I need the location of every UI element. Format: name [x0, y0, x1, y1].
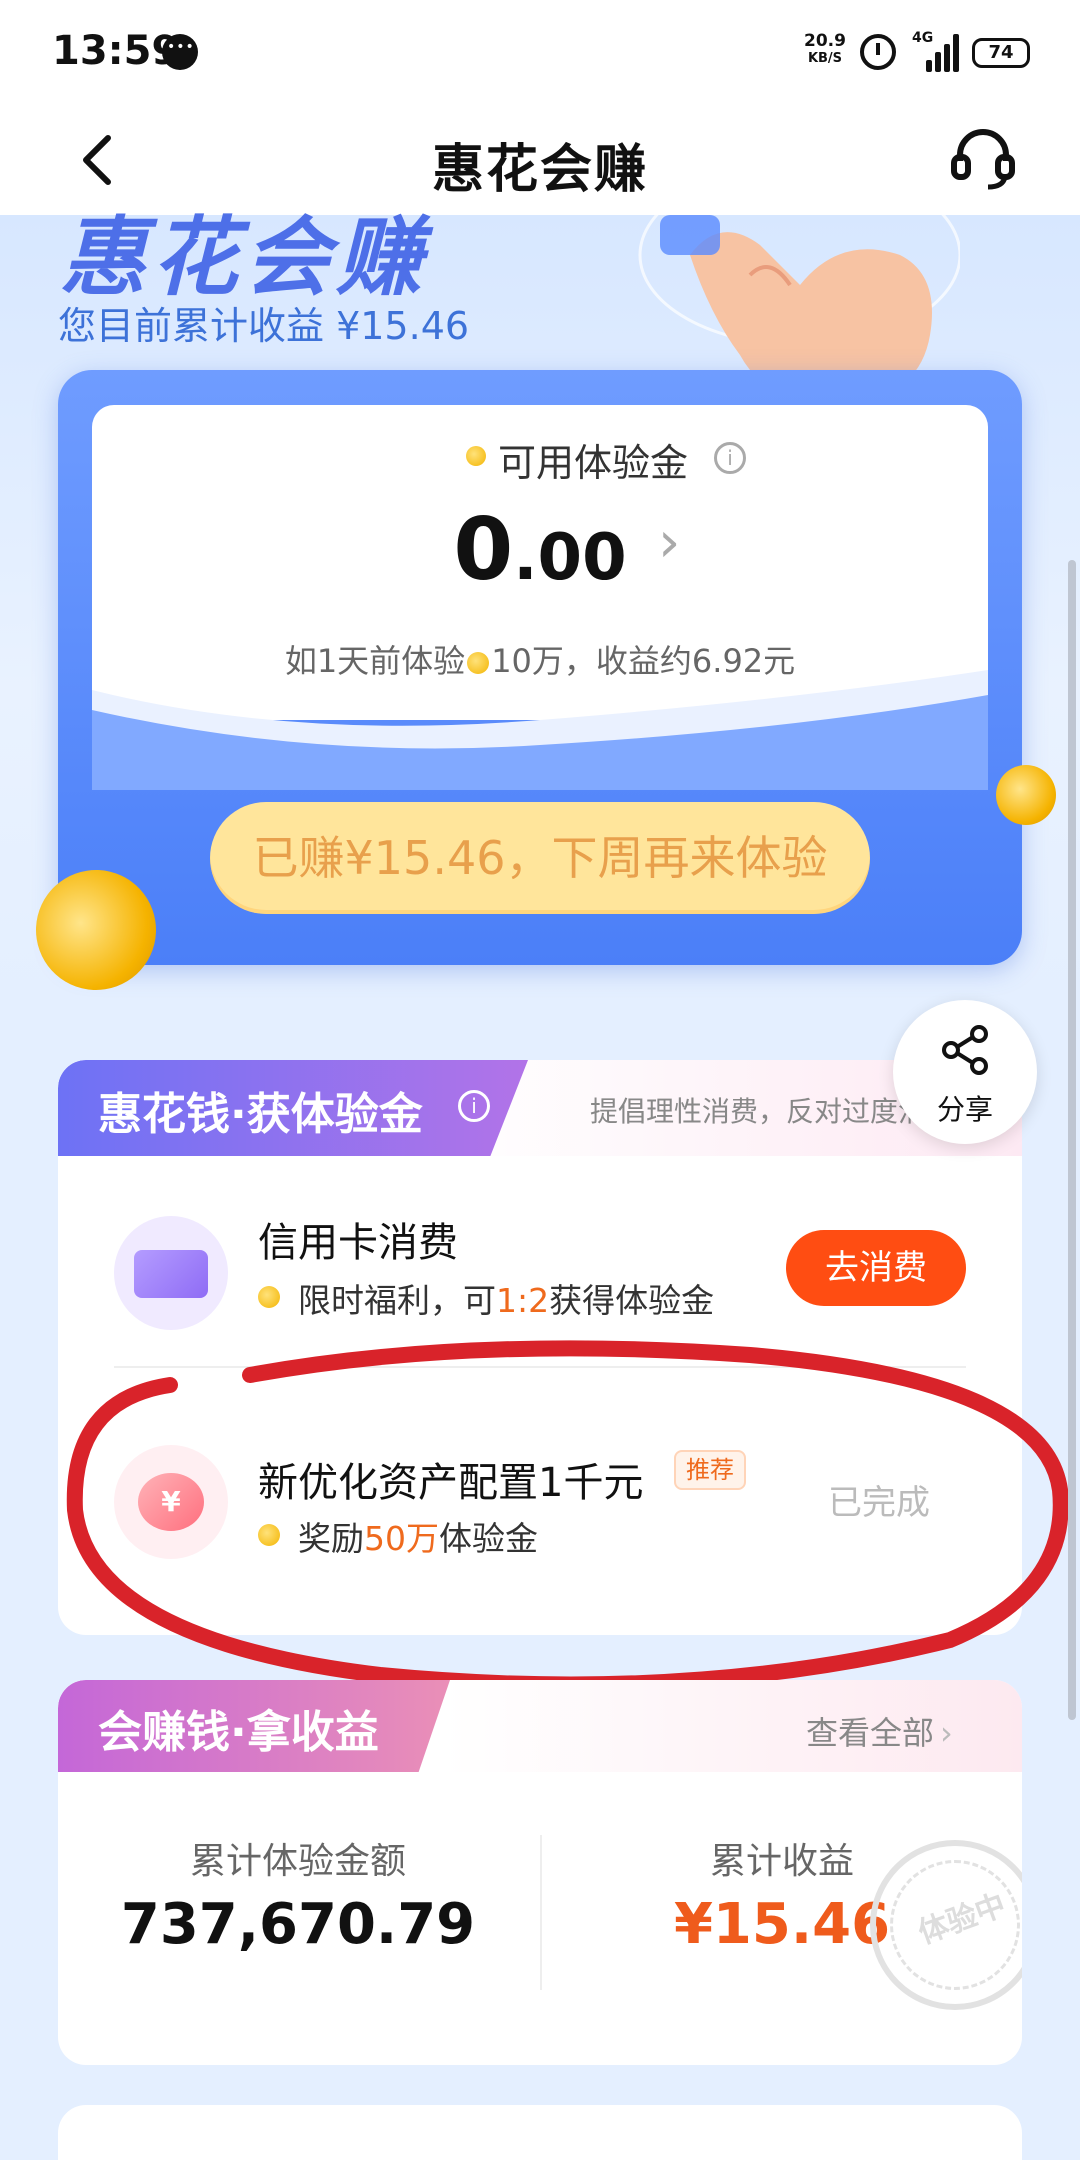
- coin-icon: [258, 1286, 280, 1308]
- view-all-link[interactable]: 查看全部 ›: [806, 1708, 953, 1754]
- network-speed-value: 20.9: [804, 31, 846, 51]
- amount-integer: 0: [453, 500, 514, 600]
- message-notification-icon: [162, 34, 198, 70]
- earn-returns-section: 会赚钱·拿收益 查看全部 › 累计体验金额 737,670.79 累计收益 ¥15…: [58, 1680, 1022, 2065]
- signal-bar: [953, 34, 959, 72]
- view-all-label: 查看全部: [806, 1714, 935, 1752]
- section-title: 惠花钱·获体验金: [98, 1089, 423, 1140]
- experience-fund-card: 可用体验金 i 0.00 › 如1天前体验 10万，收益约6.92元 已赚¥15.…: [58, 370, 1022, 965]
- amount-decimal: .00: [513, 521, 627, 595]
- battery-icon: 74: [972, 38, 1030, 68]
- info-icon[interactable]: i: [714, 442, 746, 474]
- chevron-right-icon[interactable]: ›: [658, 510, 680, 575]
- status-bar: 13:59 20.9 KB/S 4G 74: [0, 0, 1080, 105]
- next-section-card: [58, 2105, 1022, 2160]
- task-title: 信用卡消费: [258, 1220, 458, 1266]
- desc-text: 获得体验金: [549, 1281, 715, 1320]
- card-subtext-tail: 10万，收益约6.92元: [491, 642, 796, 680]
- card-subtext: 如1天前体验 10万，收益约6.92元: [58, 636, 1022, 682]
- go-spend-button[interactable]: 去消费: [786, 1230, 966, 1306]
- task-description: 限时福利，可1:2获得体验金: [298, 1274, 714, 1322]
- network-speed: 20.9 KB/S: [800, 32, 850, 68]
- scrollbar[interactable]: [1068, 560, 1076, 1720]
- alarm-icon: [860, 34, 896, 70]
- share-icon: [942, 1025, 988, 1075]
- credit-card-icon: [114, 1216, 228, 1330]
- signal-bar: [935, 52, 941, 72]
- signal-bar: [926, 60, 932, 72]
- card-label: 可用体验金: [498, 441, 689, 485]
- stat-value: 737,670.79: [120, 1892, 476, 1957]
- desc-highlight: 1:2: [496, 1281, 550, 1320]
- section-title: 会赚钱·拿收益: [98, 1707, 379, 1758]
- signal-bar: [944, 44, 950, 72]
- hero-brand-logo: 惠花会赚: [60, 208, 428, 308]
- network-type: 4G: [912, 30, 934, 46]
- chevron-right-icon: ›: [940, 1714, 953, 1752]
- card-subtext-head: 如1天前体验: [284, 642, 466, 680]
- in-progress-stamp: 体验中: [870, 1840, 1022, 2010]
- network-speed-unit: KB/S: [807, 51, 843, 66]
- annotation-circle: [66, 1340, 1069, 1693]
- headset-icon[interactable]: [948, 123, 1018, 193]
- desc-text: 限时福利，可: [298, 1281, 496, 1320]
- cumulative-earnings-text: 您目前累计收益 ¥15.46: [58, 304, 470, 348]
- available-amount[interactable]: 0.00: [58, 500, 1022, 600]
- hero-section: 惠花会赚 您目前累计收益 ¥15.46 可用体验金 i 0.00 › 如1天前体…: [0, 208, 1080, 1007]
- info-icon[interactable]: i: [458, 1090, 490, 1122]
- stat-label: 累计体验金额: [189, 1841, 406, 1882]
- earned-cta-button[interactable]: 已赚¥15.46，下周再来体验: [210, 802, 870, 914]
- coin-icon: [467, 652, 490, 674]
- coin-icon: [996, 765, 1056, 825]
- signal-icon: 4G: [912, 30, 962, 72]
- share-label: 分享: [936, 1093, 993, 1126]
- credit-card-shape: [134, 1250, 208, 1298]
- coin-icon: [466, 446, 486, 466]
- share-button[interactable]: 分享: [893, 1000, 1037, 1144]
- status-time: 13:59: [52, 28, 180, 74]
